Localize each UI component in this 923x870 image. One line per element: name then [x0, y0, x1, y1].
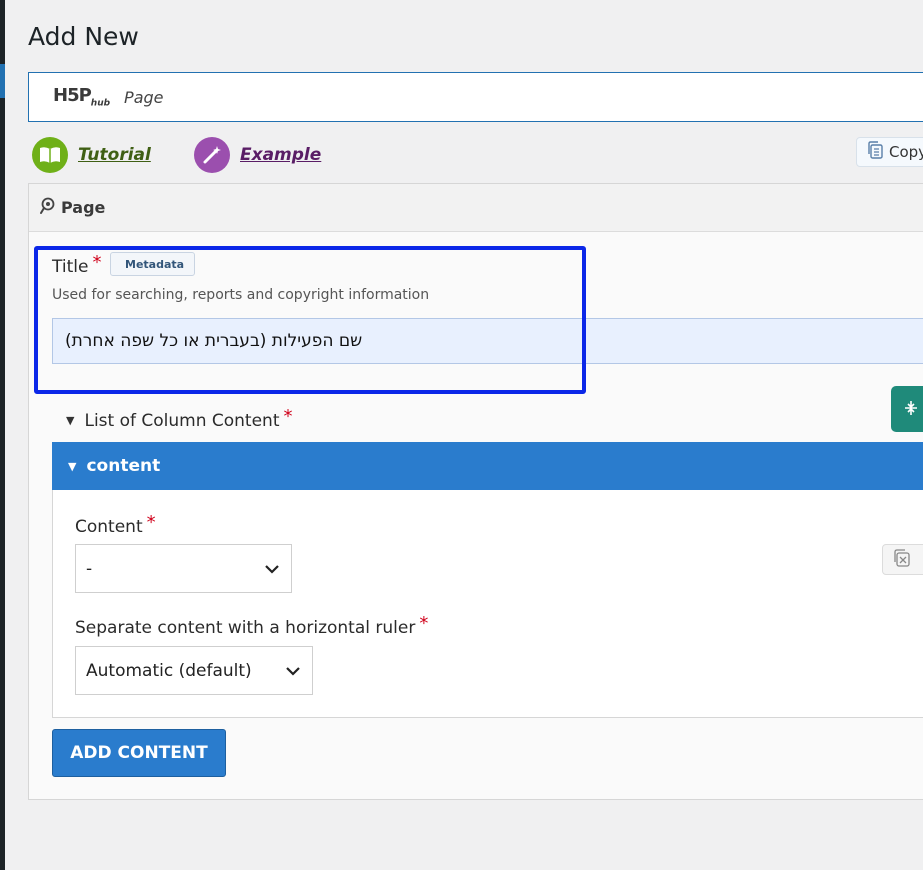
content-type-select[interactable]: -: [75, 544, 292, 593]
tutorial-link[interactable]: Tutorial: [32, 137, 151, 173]
copy-label: Copy: [889, 143, 923, 161]
remove-content-button[interactable]: [882, 544, 923, 575]
collapse-icon: [905, 400, 917, 419]
example-link[interactable]: Example: [194, 137, 321, 173]
copy-icon: [867, 141, 883, 163]
chevron-down-icon: [265, 559, 279, 579]
admin-sidebar-edge: [0, 0, 5, 870]
list-column-content-label[interactable]: ▼ List of Column Content *: [66, 406, 293, 431]
book-icon: [32, 137, 68, 173]
separator-select[interactable]: Automatic (default): [75, 646, 313, 695]
example-label[interactable]: Example: [240, 145, 321, 165]
h5p-hub-logo: H5Phub: [53, 85, 111, 109]
caret-down-icon: ▼: [68, 459, 77, 473]
separator-select-value: Automatic (default): [86, 660, 252, 681]
caret-down-icon: ▼: [66, 414, 75, 427]
add-content-button[interactable]: ADD CONTENT: [52, 729, 226, 777]
tutorial-label[interactable]: Tutorial: [78, 145, 151, 165]
content-group-title: content: [86, 456, 161, 476]
chevron-down-icon: [286, 661, 300, 681]
admin-sidebar-active-marker: [0, 64, 5, 98]
separator-required-mark: *: [419, 613, 429, 634]
title-field-highlight: [34, 246, 586, 394]
page-title: Add New: [28, 22, 139, 51]
magic-wand-icon: [194, 137, 230, 173]
editor-header: Page: [29, 184, 923, 232]
list-required-mark: *: [283, 406, 293, 427]
selected-content-type: Page: [124, 87, 164, 107]
page-type-icon: [39, 197, 55, 219]
separator-field-label: Separate content with a horizontal ruler…: [75, 613, 429, 638]
content-group-header[interactable]: ▼ content: [52, 442, 923, 490]
content-field-label: Content *: [75, 512, 156, 537]
content-select-value: -: [86, 558, 93, 579]
collapse-toggle-button[interactable]: [891, 386, 923, 432]
help-links-row: Tutorial Example Copy: [32, 137, 923, 173]
hub-content-type-bar[interactable]: H5Phub Page: [28, 72, 923, 122]
copy-remove-icon: [893, 548, 911, 571]
copy-button[interactable]: Copy: [856, 137, 923, 167]
editor-header-label: Page: [61, 198, 106, 217]
content-required-mark: *: [146, 512, 156, 533]
